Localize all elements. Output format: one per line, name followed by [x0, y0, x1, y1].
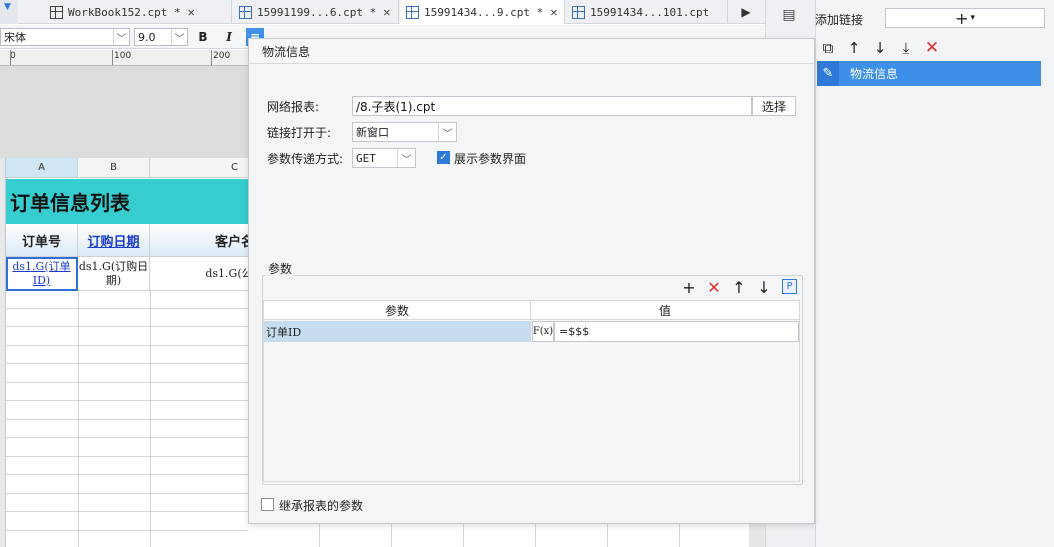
- report-header-canvas: [0, 66, 248, 158]
- grid-icon: [50, 5, 63, 19]
- font-name-select[interactable]: 宋体 ﹀: [0, 28, 130, 46]
- grid-icon: [406, 5, 419, 19]
- tab-15991199[interactable]: 15991199...6.cpt * ✕: [233, 0, 399, 24]
- move-up-icon[interactable]: ↑: [728, 277, 750, 297]
- sheet-title-cell[interactable]: 订单信息列表: [6, 179, 248, 224]
- tab-15991434-9[interactable]: 15991434...9.cpt * ✕: [400, 0, 565, 24]
- ruler-mark: 100: [114, 51, 132, 61]
- data-cell[interactable]: ds1.G(订购日期): [78, 257, 150, 291]
- tab-label: 15991434...9.cpt *: [424, 5, 544, 19]
- copy-icon[interactable]: ⧉: [815, 37, 841, 59]
- tab-list-icon[interactable]: ▶: [736, 3, 756, 21]
- add-link-button[interactable]: + ▾: [885, 8, 1045, 28]
- column-header-a[interactable]: A: [6, 158, 78, 178]
- tab-label: WorkBook152.cpt *: [68, 5, 181, 19]
- link-toolbar: ⧉ ↑ ↓ ⤓ ✕: [815, 37, 1052, 59]
- data-cell[interactable]: ds1.G(订单ID): [6, 257, 78, 291]
- table-row[interactable]: 订单ID F(x) =$$$: [264, 321, 799, 342]
- params-header-param: 参数: [264, 301, 531, 320]
- params-header-value: 值: [531, 301, 799, 320]
- italic-button[interactable]: I: [220, 28, 238, 46]
- bold-button[interactable]: B: [194, 28, 212, 46]
- param-p-icon[interactable]: P: [782, 279, 797, 294]
- add-param-icon[interactable]: +: [678, 277, 700, 297]
- show-params-label: 展示参数界面: [454, 152, 527, 166]
- inherit-params-checkbox[interactable]: [261, 498, 274, 511]
- chevron-down-icon: ﹀: [397, 149, 415, 167]
- plus-icon: +: [955, 8, 969, 28]
- add-link-label: 添加链接: [815, 13, 864, 27]
- params-table: 参数 值 订单ID F(x) =$$$: [263, 300, 800, 482]
- close-icon[interactable]: ✕: [550, 5, 557, 19]
- grid-icon: [572, 5, 585, 19]
- move-bottom-icon[interactable]: ⤓: [893, 37, 919, 59]
- move-down-icon[interactable]: ↓: [867, 37, 893, 59]
- chevron-down-icon: ﹀: [113, 29, 129, 45]
- ruler: 0 100 200: [0, 50, 248, 66]
- chevron-down-icon: ﹀: [438, 123, 456, 141]
- chevron-down-icon: ▾: [970, 13, 975, 23]
- sheet-area-below-dialog: [248, 524, 768, 547]
- app-menu-icon[interactable]: ▼: [0, 0, 18, 24]
- grid-icon: [239, 5, 252, 19]
- select-button[interactable]: 选择: [752, 96, 796, 116]
- close-icon[interactable]: ✕: [383, 5, 390, 19]
- report-path-input[interactable]: /8.子表(1).cpt: [352, 96, 752, 116]
- hyperlink-dialog: 物流信息 网络报表: /8.子表(1).cpt 选择 链接打开于: 新窗口 ﹀ …: [248, 38, 815, 524]
- header-cell[interactable]: 订购日期: [78, 224, 150, 257]
- font-name-value: 宋体: [4, 31, 26, 44]
- link-item-label: 物流信息: [850, 67, 899, 81]
- tab-label: 15991434...101.cpt: [590, 5, 710, 19]
- tab-label: 15991199...6.cpt *: [257, 5, 377, 19]
- method-value: GET: [356, 151, 376, 165]
- tab-15991434-101[interactable]: 15991434...101.cpt: [566, 0, 728, 24]
- delete-param-icon[interactable]: ✕: [703, 277, 725, 297]
- tab-bar: ▼ WorkBook152.cpt * ✕ 15991199...6.cpt *…: [0, 0, 815, 24]
- font-size-value: 9.0: [138, 30, 156, 44]
- open-in-label: 链接打开于:: [267, 126, 332, 140]
- report-path-value: /8.子表(1).cpt: [356, 99, 436, 114]
- method-select[interactable]: GET ﹀: [352, 148, 416, 168]
- method-label: 参数传递方式:: [267, 152, 344, 166]
- inherit-params-label: 继承报表的参数: [279, 499, 364, 513]
- move-up-icon[interactable]: ↑: [841, 37, 867, 59]
- ruler-mark: 200: [213, 51, 231, 61]
- pencil-icon: ✎: [817, 61, 839, 86]
- report-label: 网络报表:: [267, 100, 320, 114]
- tab-workbook152[interactable]: WorkBook152.cpt * ✕: [44, 0, 232, 24]
- formula-icon[interactable]: F(x): [532, 321, 554, 342]
- dock-panel-icon[interactable]: ▤: [779, 6, 799, 24]
- close-icon[interactable]: ✕: [188, 5, 195, 19]
- delete-icon[interactable]: ✕: [919, 37, 945, 59]
- column-header-b[interactable]: B: [78, 158, 150, 178]
- font-size-select[interactable]: 9.0 ﹀: [134, 28, 188, 46]
- open-in-value: 新窗口: [356, 126, 389, 139]
- header-cell[interactable]: 订单号: [6, 224, 78, 257]
- vertical-scrollbar[interactable]: [749, 524, 765, 547]
- move-down-icon[interactable]: ↓: [753, 277, 775, 297]
- dialog-title: 物流信息: [249, 39, 814, 64]
- link-item-wuliu[interactable]: ✎ 物流信息: [817, 61, 1041, 86]
- chevron-down-icon: ﹀: [171, 29, 187, 45]
- open-in-select[interactable]: 新窗口 ﹀: [352, 122, 457, 142]
- param-value-input[interactable]: =$$$: [554, 321, 799, 342]
- param-name-cell[interactable]: 订单ID: [264, 321, 531, 342]
- show-params-checkbox[interactable]: ✓: [437, 151, 450, 164]
- params-group-label: 参数: [266, 260, 295, 277]
